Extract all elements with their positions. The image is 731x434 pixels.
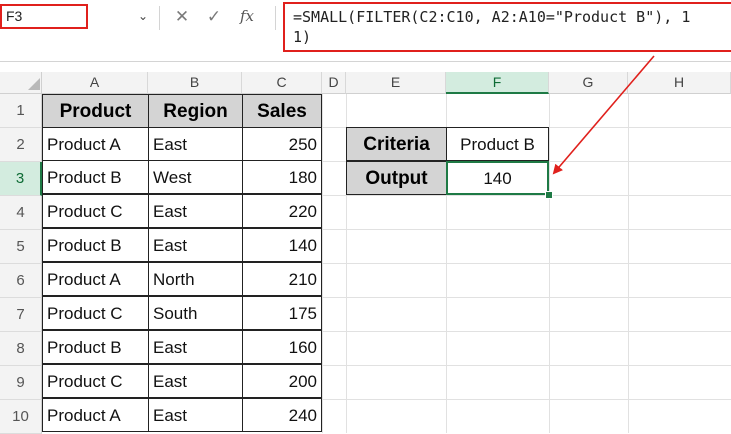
cell-c4[interactable]: 220 bbox=[242, 194, 322, 228]
cell-c7[interactable]: 175 bbox=[242, 296, 322, 330]
cell-b4[interactable]: East bbox=[148, 194, 243, 228]
row-header-7[interactable]: 7 bbox=[0, 298, 42, 332]
cell-a7[interactable]: Product C bbox=[42, 296, 149, 330]
row-header-8[interactable]: 8 bbox=[0, 332, 42, 366]
row-header-2[interactable]: 2 bbox=[0, 128, 42, 162]
column-header-h[interactable]: H bbox=[628, 72, 731, 94]
column-header-b[interactable]: B bbox=[148, 72, 242, 94]
formula-input[interactable]: =SMALL(FILTER(C2:C10, A2:A10="Product B"… bbox=[283, 2, 731, 52]
check-icon[interactable]: ✓ bbox=[202, 4, 226, 29]
cell-b3[interactable]: West bbox=[148, 160, 243, 194]
cell-b9[interactable]: East bbox=[148, 364, 243, 398]
toolbar-divider bbox=[159, 6, 160, 30]
row-header-6[interactable]: 6 bbox=[0, 264, 42, 298]
select-all-icon bbox=[28, 78, 40, 90]
row-header-1[interactable]: 1 bbox=[0, 94, 42, 128]
formula-line-1: =SMALL(FILTER(C2:C10, A2:A10="Product B"… bbox=[293, 7, 731, 27]
criteria-value-cell[interactable]: Product B bbox=[446, 127, 549, 161]
cell-c2[interactable]: 250 bbox=[242, 127, 322, 161]
header-cell-region[interactable]: Region bbox=[148, 94, 243, 128]
active-cell-selection bbox=[446, 161, 549, 195]
cell-a5[interactable]: Product B bbox=[42, 228, 149, 262]
column-header-g[interactable]: G bbox=[549, 72, 628, 94]
row-header-5[interactable]: 5 bbox=[0, 230, 42, 264]
cell-b8[interactable]: East bbox=[148, 330, 243, 364]
toolbar-divider bbox=[275, 6, 276, 30]
cell-c8[interactable]: 160 bbox=[242, 330, 322, 364]
cell-b7[interactable]: South bbox=[148, 296, 243, 330]
cell-b10[interactable]: East bbox=[148, 398, 243, 432]
output-label-cell[interactable]: Output bbox=[346, 161, 447, 195]
cell-a8[interactable]: Product B bbox=[42, 330, 149, 364]
row-header-10[interactable]: 10 bbox=[0, 400, 42, 434]
cell-a10[interactable]: Product A bbox=[42, 398, 149, 432]
grid-divider bbox=[0, 61, 731, 62]
cell-c3[interactable]: 180 bbox=[242, 160, 322, 194]
column-header-d[interactable]: D bbox=[322, 72, 346, 94]
column-header-c[interactable]: C bbox=[242, 72, 322, 94]
cell-c6[interactable]: 210 bbox=[242, 262, 322, 296]
row-header-4[interactable]: 4 bbox=[0, 196, 42, 230]
row-header-9[interactable]: 9 bbox=[0, 366, 42, 400]
cell-a6[interactable]: Product A bbox=[42, 262, 149, 296]
cell-c9[interactable]: 200 bbox=[242, 364, 322, 398]
criteria-label-cell[interactable]: Criteria bbox=[346, 127, 447, 161]
column-header-f[interactable]: F bbox=[446, 72, 549, 94]
cell-c5[interactable]: 140 bbox=[242, 228, 322, 262]
header-cell-product[interactable]: Product bbox=[42, 94, 149, 128]
cancel-icon[interactable]: ✕ bbox=[170, 4, 194, 29]
cell-c10[interactable]: 240 bbox=[242, 398, 322, 432]
chevron-down-icon[interactable]: ⌄ bbox=[132, 4, 154, 29]
formula-line-2: 1) bbox=[293, 27, 731, 47]
cell-a3[interactable]: Product B bbox=[42, 160, 149, 194]
cell-b2[interactable]: East bbox=[148, 127, 243, 161]
cell-b6[interactable]: North bbox=[148, 262, 243, 296]
cell-a9[interactable]: Product C bbox=[42, 364, 149, 398]
column-header-a[interactable]: A bbox=[42, 72, 148, 94]
row-header-3[interactable]: 3 bbox=[0, 162, 42, 196]
cell-a4[interactable]: Product C bbox=[42, 194, 149, 228]
name-box[interactable]: F3 bbox=[0, 4, 88, 29]
cell-a2[interactable]: Product A bbox=[42, 127, 149, 161]
cell-b5[interactable]: East bbox=[148, 228, 243, 262]
column-header-e[interactable]: E bbox=[346, 72, 446, 94]
insert-function-icon[interactable]: fx bbox=[234, 4, 260, 29]
header-cell-sales[interactable]: Sales bbox=[242, 94, 322, 128]
fill-handle[interactable] bbox=[545, 191, 553, 199]
